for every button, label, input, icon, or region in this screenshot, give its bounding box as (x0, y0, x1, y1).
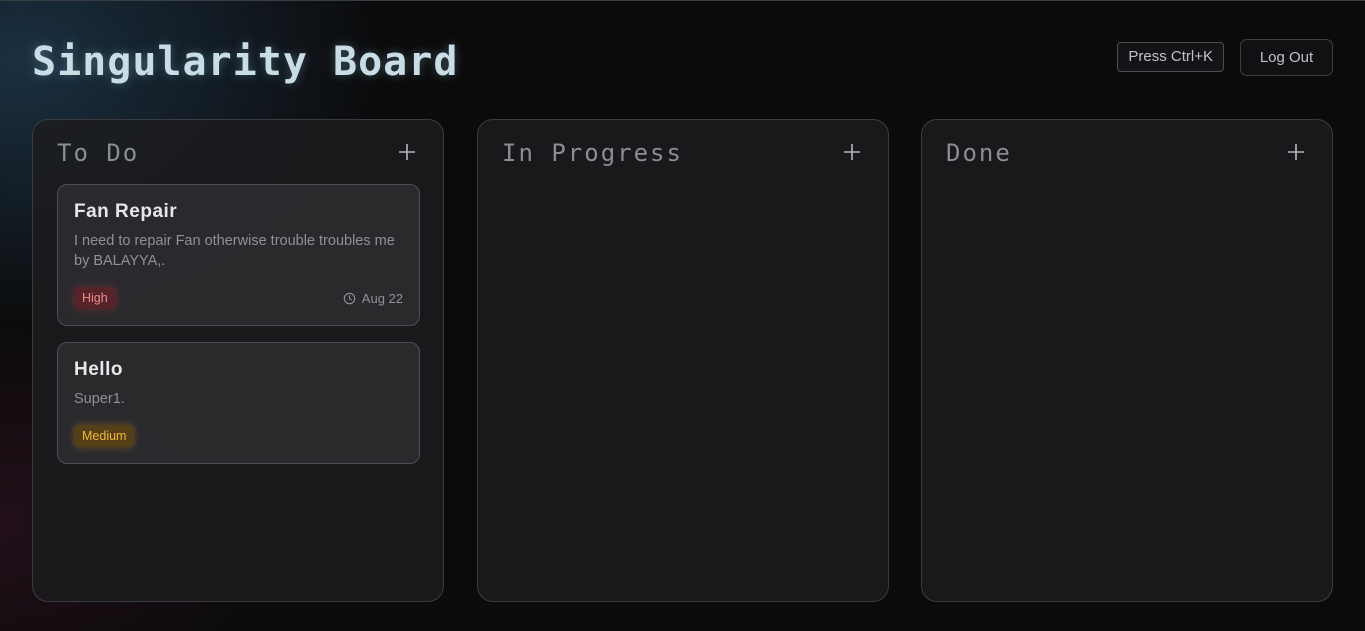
app-title: Singularity Board (32, 39, 459, 85)
clock-icon (343, 292, 356, 305)
due-date: Aug 22 (343, 287, 403, 309)
due-date-text: Aug 22 (361, 290, 403, 306)
column-title: In Progress (502, 139, 683, 167)
task-card[interactable]: Hello Super1. Medium (57, 342, 420, 464)
task-card[interactable]: Fan Repair I need to repair Fan otherwis… (57, 184, 420, 326)
board-header: Singularity Board Press Ctrl+K Log Out (32, 39, 1333, 85)
column-done: Done (921, 119, 1333, 602)
plus-icon (1284, 138, 1308, 171)
add-card-button[interactable] (1284, 140, 1308, 164)
logout-button[interactable]: Log Out (1240, 39, 1333, 76)
priority-badge: Medium (74, 425, 135, 447)
add-card-button[interactable] (840, 140, 864, 164)
plus-icon (395, 138, 419, 171)
priority-badge: High (74, 287, 116, 309)
column-in-progress: In Progress (477, 119, 889, 602)
card-title: Fan Repair (74, 201, 178, 222)
header-actions: Press Ctrl+K Log Out (1117, 39, 1333, 76)
card-title: Hello (74, 359, 123, 380)
board-page: Singularity Board Press Ctrl+K Log Out T… (0, 0, 1365, 631)
command-palette-button[interactable]: Press Ctrl+K (1117, 42, 1224, 72)
card-footer: High Aug 22 (74, 287, 403, 309)
column-todo: To Do Fan Repair I need to repair Fan ot… (32, 119, 444, 602)
column-title: Done (946, 139, 1012, 167)
add-card-button[interactable] (395, 140, 419, 164)
column-title: To Do (57, 139, 140, 167)
plus-icon (840, 138, 864, 171)
card-description: Super1. (74, 391, 125, 407)
card-footer: Medium (74, 425, 403, 447)
card-description: I need to repair Fan otherwise trouble t… (74, 233, 395, 269)
